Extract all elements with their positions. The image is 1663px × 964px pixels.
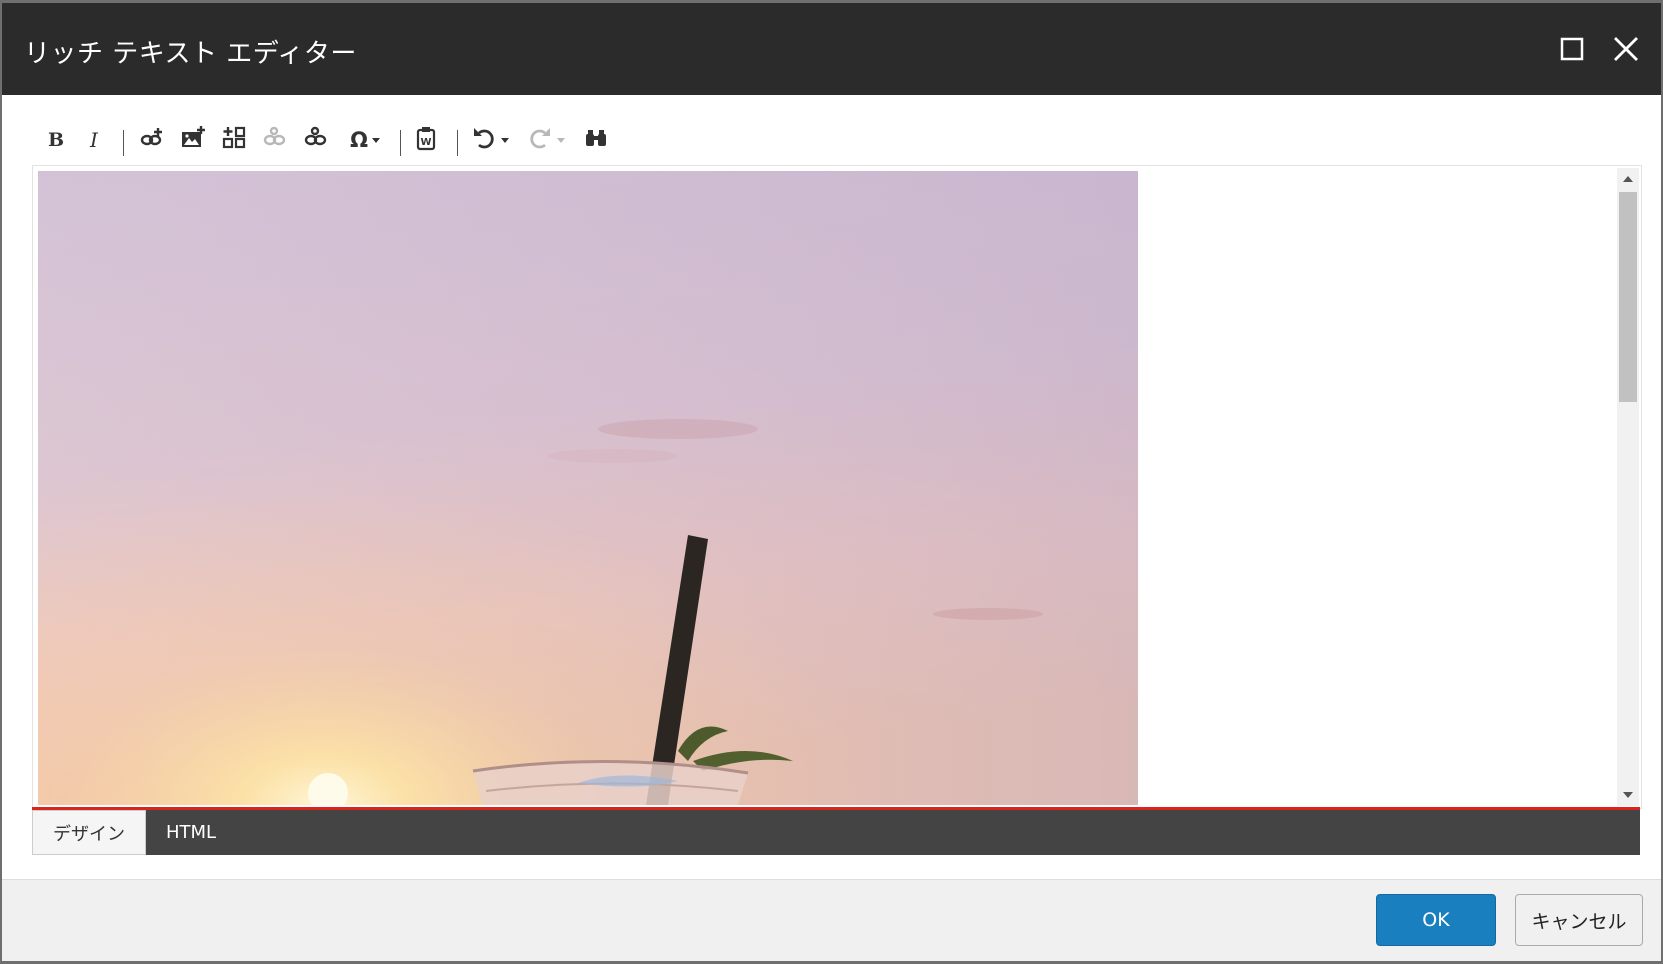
- insert-link-button[interactable]: [136, 122, 168, 158]
- link-manage-icon: [303, 125, 329, 155]
- tab-html[interactable]: HTML: [146, 810, 236, 855]
- unlink-icon: [262, 125, 288, 155]
- editor-mode-bar: デザイン HTML: [32, 807, 1640, 855]
- paste-word-icon: W: [413, 125, 439, 155]
- sunset-drink-photo[interactable]: [38, 171, 1138, 805]
- redo-button[interactable]: [523, 122, 569, 158]
- toolbar-separator: [123, 130, 124, 156]
- chevron-down-icon: [557, 137, 565, 143]
- insert-image-button[interactable]: [177, 122, 209, 158]
- bold-button[interactable]: B: [44, 122, 68, 158]
- find-button[interactable]: [580, 122, 612, 158]
- insert-embed-button[interactable]: [218, 122, 250, 158]
- link-plus-icon: [139, 125, 165, 155]
- chevron-down-icon: [371, 137, 380, 143]
- editor-content-area[interactable]: [32, 165, 1642, 809]
- special-char-button[interactable]: Ω: [343, 122, 387, 158]
- scroll-up-icon[interactable]: [1623, 176, 1633, 182]
- chevron-down-icon: [501, 137, 509, 143]
- vertical-scrollbar[interactable]: [1617, 168, 1639, 806]
- cancel-button[interactable]: キャンセル: [1515, 894, 1643, 946]
- omega-icon: Ω: [350, 128, 368, 152]
- dialog-titlebar: リッチ テキスト エディター: [2, 3, 1661, 95]
- ok-button[interactable]: OK: [1376, 894, 1496, 946]
- unlink-button[interactable]: [259, 122, 291, 158]
- rich-text-editor-dialog: リッチ テキスト エディター B I Ω W デザイン HTML OK キャンセ…: [2, 3, 1661, 961]
- dialog-title: リッチ テキスト エディター: [24, 39, 357, 69]
- redo-icon: [527, 125, 553, 155]
- svg-text:W: W: [420, 137, 431, 148]
- undo-button[interactable]: [467, 122, 513, 158]
- toolbar-separator: [457, 130, 458, 156]
- close-icon[interactable]: [1610, 33, 1642, 65]
- tab-design[interactable]: デザイン: [32, 810, 146, 855]
- italic-button[interactable]: I: [82, 122, 106, 158]
- image-plus-icon: [180, 125, 206, 155]
- maximize-icon[interactable]: [1557, 33, 1589, 65]
- paste-word-button[interactable]: W: [410, 122, 442, 158]
- toolbar-separator: [400, 130, 401, 156]
- scroll-down-icon[interactable]: [1623, 792, 1633, 798]
- binoculars-icon: [583, 125, 609, 155]
- scrollbar-thumb[interactable]: [1619, 192, 1637, 402]
- embed-plus-icon: [221, 125, 247, 155]
- link-manage-button[interactable]: [300, 122, 332, 158]
- editor-toolbar: B I Ω W: [32, 118, 1644, 166]
- dialog-footer: OK キャンセル: [2, 879, 1661, 961]
- undo-icon: [471, 125, 497, 155]
